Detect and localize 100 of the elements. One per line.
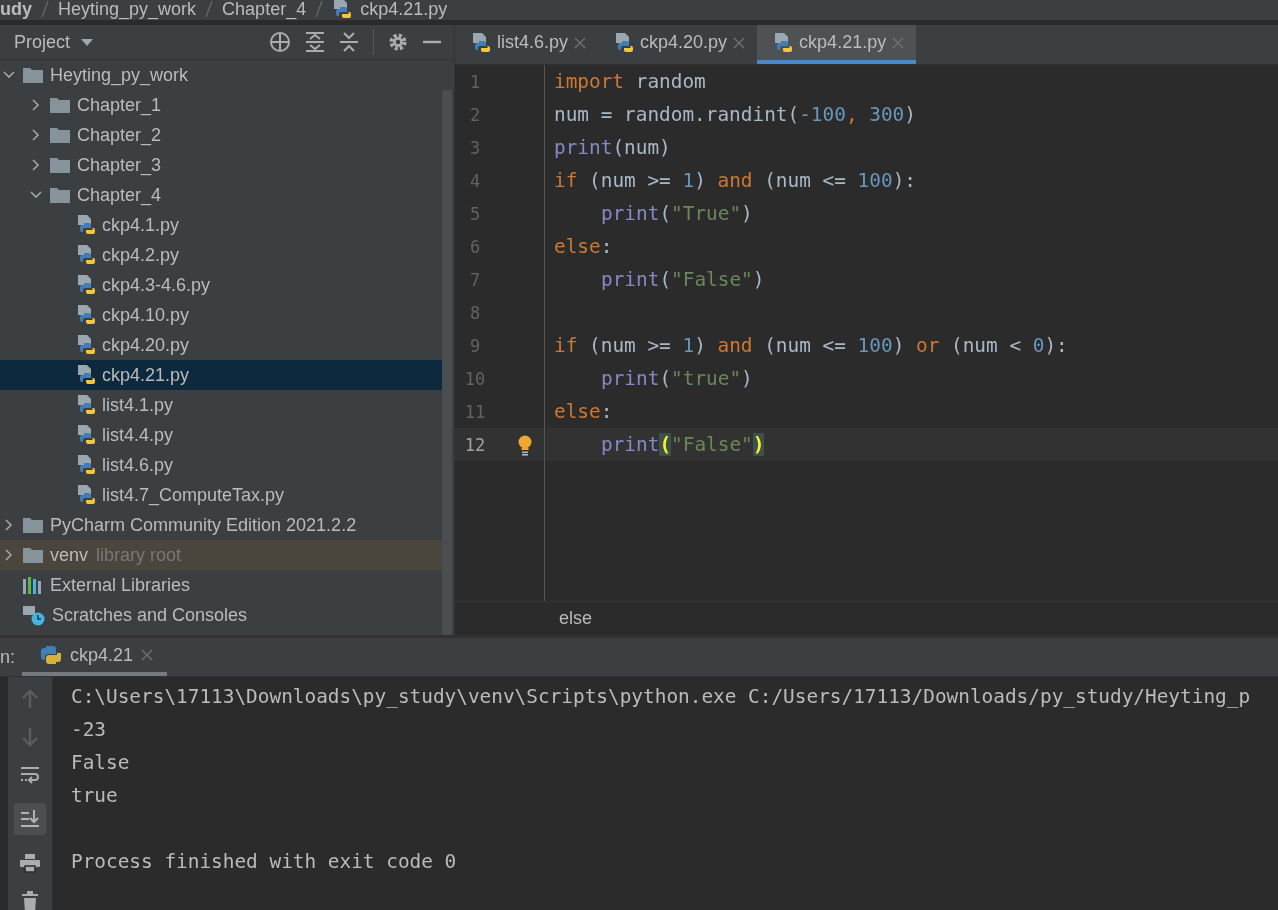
breadcrumb-item[interactable]: Heyting_py_work — [58, 0, 197, 20]
line-number: 4 — [468, 170, 482, 191]
code-line: print("False") — [600, 433, 765, 456]
separator-icon — [204, 0, 215, 18]
trash-icon[interactable] — [21, 891, 39, 910]
tree-item[interactable]: Scratches and Consoles — [0, 600, 442, 630]
breadcrumb-item[interactable]: Chapter_4 — [222, 0, 307, 20]
tree-item[interactable]: venv library root — [0, 540, 442, 570]
scrollbar[interactable] — [442, 90, 452, 635]
editor-tab[interactable]: ckp4.21.py — [757, 25, 917, 64]
tree-item[interactable]: PyCharm Community Edition 2021.2.2 — [0, 510, 442, 540]
python-file-icon — [76, 304, 96, 326]
panel-title[interactable]: Project — [14, 31, 71, 53]
scroll-to-end-icon[interactable] — [14, 803, 46, 835]
folder-icon — [22, 66, 44, 84]
tree-item[interactable]: Chapter_4 — [0, 180, 442, 210]
tree-item-label: list4.6.py — [102, 454, 174, 476]
tree-item-label: Scratches and Consoles — [52, 604, 248, 626]
tree-item[interactable]: list4.6.py — [0, 450, 442, 480]
tree-item-label: Heyting_py_work — [50, 64, 189, 86]
tree-item[interactable]: ckp4.1.py — [0, 210, 442, 240]
code-line: print(num) — [554, 136, 671, 159]
tree-item[interactable]: list4.4.py — [0, 420, 442, 450]
tree-item-label: ckp4.10.py — [102, 304, 190, 326]
tree-item-label: Chapter_3 — [77, 154, 162, 176]
dropdown-caret-icon[interactable] — [80, 37, 95, 47]
tree-item[interactable]: ckp4.20.py — [0, 330, 442, 360]
tree-item-label: ckp4.21.py — [102, 364, 190, 386]
python-file-icon — [76, 334, 96, 356]
separator-icon — [40, 0, 50, 18]
tree-item-label: list4.1.py — [102, 394, 174, 416]
python-file-icon — [614, 31, 635, 54]
tree-item[interactable]: ckp4.10.py — [0, 300, 442, 330]
python-file-icon — [76, 454, 96, 476]
line-number: 10 — [463, 368, 487, 389]
tree-item-label: PyCharm Community Edition 2021.2.2 — [50, 514, 357, 536]
console-line: C:\Users\17113\Downloads\py_study\venv\Scripts\python.exe C:/Users/17113/Downloads/py_study/Heyting_p — [71, 684, 1252, 710]
run-label: n: — [0, 646, 16, 668]
line-number: 1 — [468, 71, 482, 92]
tree-item[interactable]: ckp4.21.py — [0, 360, 442, 390]
tree-item[interactable]: list4.7_ComputeTax.py — [0, 480, 442, 510]
tree-item-label: Chapter_4 — [77, 184, 162, 206]
library-bars-icon — [22, 575, 44, 595]
expand-all-icon[interactable] — [305, 31, 325, 53]
lightbulb-icon[interactable] — [516, 433, 533, 456]
folder-icon — [22, 546, 44, 564]
tree-item-label: Chapter_1 — [77, 94, 162, 116]
console-line: False — [71, 750, 131, 776]
code-line: if (num >= 1) and (num <= 100) or (num < 0): — [554, 334, 1068, 357]
python-file-icon — [76, 274, 96, 296]
tree-item[interactable]: list4.1.py — [0, 390, 442, 420]
soft-wrap-icon[interactable] — [20, 765, 40, 785]
python-file-icon — [76, 364, 96, 386]
python-icon — [40, 644, 62, 666]
code-line: print("False") — [600, 268, 765, 291]
line-number: 12 — [463, 434, 487, 455]
line-number: 2 — [468, 104, 482, 125]
crosshair-icon[interactable] — [269, 31, 291, 53]
folder-icon — [49, 96, 71, 114]
editor-tab[interactable]: list4.6.py — [455, 25, 599, 64]
code-line: else: — [554, 235, 613, 258]
tree-item-label: Chapter_2 — [77, 124, 162, 146]
tree-item[interactable]: ckp4.3-4.6.py — [0, 270, 442, 300]
folder-icon — [22, 516, 44, 534]
tree-item-label: ckp4.1.py — [102, 214, 180, 236]
folder-icon — [49, 126, 71, 144]
folder-icon — [49, 186, 71, 204]
editor-tab[interactable]: ckp4.20.py — [598, 25, 758, 64]
console-line: true — [71, 783, 119, 809]
tree-item-label: list4.7_ComputeTax.py — [102, 484, 285, 506]
line-number: 5 — [468, 203, 482, 224]
line-number: 3 — [468, 137, 482, 158]
tree-item[interactable]: Chapter_1 — [0, 90, 442, 120]
code-line: if (num >= 1) and (num <= 100): — [554, 169, 916, 192]
console-line: Process finished with exit code 0 — [71, 849, 458, 875]
python-file-icon — [76, 394, 96, 416]
console-line: -23 — [71, 717, 108, 743]
code-line: else: — [554, 400, 613, 423]
settings-icon[interactable] — [388, 32, 408, 52]
line-number: 7 — [468, 269, 482, 290]
line-number: 6 — [468, 236, 482, 257]
python-file-icon — [332, 0, 353, 20]
breadcrumb-item[interactable]: ckp4.21.py — [360, 0, 448, 20]
tree-item[interactable]: Heyting_py_work — [0, 60, 442, 90]
breadcrumb-item[interactable]: udy — [0, 0, 32, 20]
tree-item[interactable]: Chapter_2 — [0, 120, 442, 150]
python-file-icon — [773, 31, 794, 54]
tree-item-label: ckp4.3-4.6.py — [102, 274, 211, 296]
tree-item[interactable]: Chapter_3 — [0, 150, 442, 180]
tree-item-hint: library root — [96, 544, 182, 566]
tree-item[interactable]: ckp4.2.py — [0, 240, 442, 270]
tree-item[interactable]: External Libraries — [0, 570, 442, 600]
code-breadcrumb[interactable]: else — [559, 608, 593, 629]
printer-icon[interactable] — [19, 853, 41, 873]
code-line: print("True") — [600, 202, 753, 225]
tree-item-label: ckp4.20.py — [102, 334, 190, 356]
tree-item-label: venv — [50, 544, 89, 566]
collapse-all-icon[interactable] — [339, 31, 359, 53]
python-file-icon — [76, 214, 96, 236]
folder-icon — [49, 156, 71, 174]
